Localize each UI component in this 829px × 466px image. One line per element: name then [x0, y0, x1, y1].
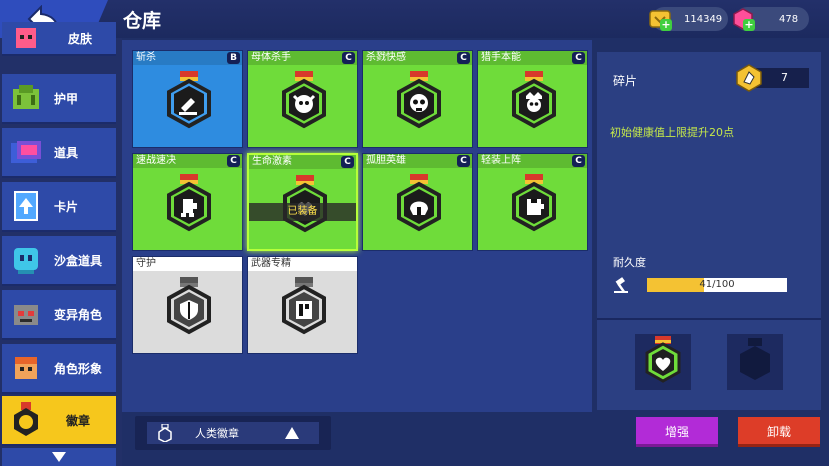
sidebar-item-mutant[interactable]: 变异角色	[2, 290, 116, 340]
gold-coin-icon: +	[648, 7, 672, 31]
badge-card-title: 速战速决	[133, 154, 242, 168]
item-icon	[8, 134, 44, 170]
durability-label: 耐久度	[613, 256, 646, 269]
vest-icon	[512, 174, 556, 232]
sidebar-item-badges[interactable]: 徽章	[2, 396, 116, 446]
badge-card-title: 守护	[133, 257, 242, 271]
add-gold-button[interactable]: +	[660, 19, 672, 31]
sidebar-item-label: 角色形象	[54, 361, 103, 376]
badge-card-title: 杀戮快感	[363, 51, 472, 65]
badge-card[interactable]: 猎手本能 C	[477, 50, 588, 148]
gold-currency: + 114349	[649, 7, 728, 31]
runner-icon	[167, 174, 211, 232]
badge-grade-label: C	[342, 52, 355, 64]
chevron-down-icon	[52, 452, 66, 462]
sidebar-item-avatar[interactable]: 角色形象	[2, 344, 116, 394]
sidebar-scroll-down-button[interactable]	[2, 448, 116, 466]
gem-value: 478	[779, 13, 799, 25]
add-gem-button[interactable]: +	[743, 19, 755, 31]
crown-skull-icon	[512, 71, 556, 129]
badge-grade-label: C	[572, 155, 585, 167]
badge-silhouette-icon	[740, 338, 770, 380]
heart-badge-icon	[645, 336, 681, 383]
badge-description: 初始健康值上限提升20点	[610, 126, 734, 139]
durability-text: 41/100	[699, 279, 735, 290]
gold-value: 114349	[684, 13, 723, 25]
fragment-icon	[736, 64, 762, 92]
badge-card-title: 猎手本能	[478, 51, 587, 65]
badge-card[interactable]: 斩杀 B	[132, 50, 243, 148]
book-icon	[282, 277, 326, 335]
badge-grade-label: C	[457, 52, 470, 64]
badge-card-title: 生命激素	[249, 155, 356, 169]
equipped-label: 已装备	[249, 203, 356, 221]
badge-card-title: 斩杀	[133, 51, 242, 65]
hammer-icon	[614, 277, 628, 293]
sidebar-item-items[interactable]: 道具	[2, 128, 116, 178]
fragment-label: 碎片	[613, 74, 638, 88]
sidebar-item-sandbox[interactable]: 沙盒道具	[2, 236, 116, 286]
badge-grade-label: C	[227, 155, 240, 167]
badge-filter-dropdown[interactable]: 人类徽章	[135, 416, 331, 450]
sandbox-icon	[8, 242, 44, 278]
sidebar-item-label: 徽章	[66, 413, 91, 428]
card-icon	[8, 188, 44, 224]
badge-card[interactable]: 孤胆英雄 C	[362, 153, 473, 251]
badge-detail-panel: 碎片 7 初始健康值上限提升20点 耐久度 41/100	[597, 52, 821, 410]
durability-bar: 41/100	[647, 278, 787, 292]
badge-card[interactable]: 生命激素 C 已装备	[247, 153, 358, 251]
pink-gem-icon: +	[731, 7, 755, 31]
badge-card[interactable]: 母体杀手 C	[247, 50, 358, 148]
enhance-button[interactable]: 增强	[636, 417, 718, 447]
badge-card[interactable]: 轻装上阵 C	[477, 153, 588, 251]
equipped-badge-slot[interactable]	[635, 334, 691, 390]
badge-card-title: 母体杀手	[248, 51, 357, 65]
badge-card-title: 武器专精	[248, 257, 357, 271]
badge-icon	[8, 402, 44, 438]
blade-icon	[167, 71, 211, 129]
fragment-count: 7	[781, 71, 788, 84]
page-title: 仓库	[123, 10, 162, 32]
filter-label: 人类徽章	[195, 427, 239, 440]
sidebar-item-armor[interactable]: 护甲	[2, 74, 116, 124]
badge-card-title: 孤胆英雄	[363, 154, 472, 168]
badge-grade-label: B	[227, 52, 240, 64]
avatar-icon	[8, 350, 44, 386]
badge-card[interactable]: 武器专精	[247, 256, 358, 354]
divider	[597, 318, 821, 320]
badge-card[interactable]: 守护	[132, 256, 243, 354]
sidebar-item-label: 道具	[54, 145, 79, 160]
badge-card[interactable]: 杀戮快感 C	[362, 50, 473, 148]
mutant-icon	[8, 296, 44, 332]
sidebar-item-label: 沙盒道具	[54, 253, 103, 268]
badge-grade-label: C	[341, 156, 354, 168]
empty-badge-slot[interactable]	[727, 334, 783, 390]
shield-icon	[167, 277, 211, 335]
sidebar-item-label: 皮肤	[68, 31, 93, 46]
sidebar-item-skin[interactable]: 皮肤	[2, 22, 116, 56]
badge-small-icon	[158, 424, 172, 442]
badge-card-title: 轻装上阵	[478, 154, 587, 168]
badge-grade-label: C	[572, 52, 585, 64]
top-bar: 仓库 + 114349 + 478	[0, 0, 829, 38]
sidebar-item-label: 变异角色	[54, 307, 103, 322]
sidebar-item-label: 护甲	[54, 91, 79, 106]
skin-icon	[8, 20, 44, 56]
demon-icon	[282, 71, 326, 129]
gem-currency: + 478	[733, 7, 809, 31]
sidebar-item-cards[interactable]: 卡片	[2, 182, 116, 232]
skull-icon	[397, 71, 441, 129]
unload-button[interactable]: 卸载	[738, 417, 820, 447]
category-sidebar: 皮肤 护甲 道具 卡片 沙盒道具 变异角色 角色形象 徽章	[0, 22, 122, 466]
filter-select[interactable]: 人类徽章	[147, 422, 319, 444]
triangle-up-icon	[285, 427, 299, 439]
badge-grade-label: C	[457, 155, 470, 167]
helmet-icon	[397, 174, 441, 232]
sidebar-item-label: 卡片	[54, 199, 79, 214]
badge-card[interactable]: 速战速决 C	[132, 153, 243, 251]
armor-icon	[8, 80, 44, 116]
